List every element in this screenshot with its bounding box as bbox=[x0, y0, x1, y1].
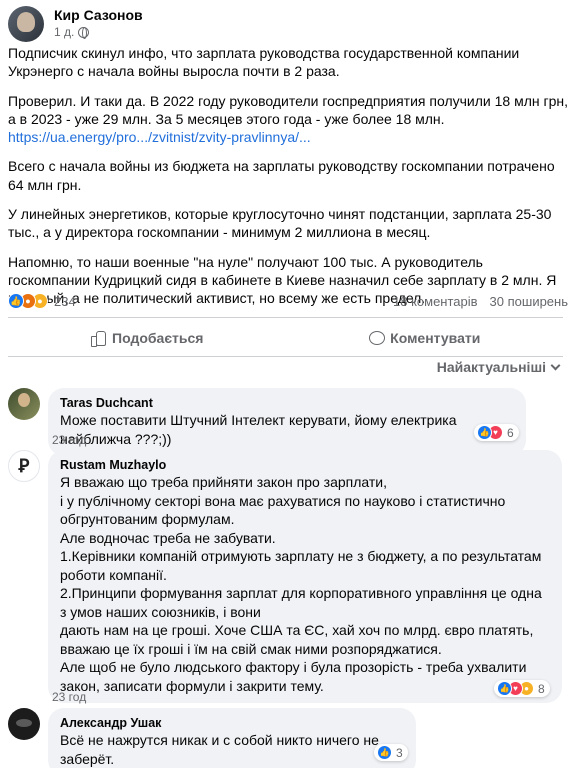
comment-time[interactable]: 23 год bbox=[52, 690, 86, 704]
post-time[interactable]: 1 д. bbox=[54, 25, 74, 39]
sort-label: Найактуальніші bbox=[436, 359, 546, 375]
comment: Александр Ушак Всё не нажрутся никак и с… bbox=[8, 708, 416, 768]
like-reaction-icon: 👍 bbox=[477, 425, 492, 440]
shares-count[interactable]: 30 поширень bbox=[490, 294, 568, 309]
post-paragraph: У линейных энергетиков, которые круглосу… bbox=[8, 206, 552, 241]
comment-author[interactable]: Александр Ушак bbox=[60, 715, 404, 731]
thumbs-up-icon bbox=[90, 330, 107, 347]
comment-text: Всё не нажрутся никак и с собой никто ни… bbox=[60, 732, 379, 767]
comment-button-label: Коментувати bbox=[390, 330, 481, 346]
commenter-avatar[interactable]: Ꝑ bbox=[8, 450, 40, 482]
comment-reaction-count: 8 bbox=[538, 681, 545, 696]
like-reaction-icon: 👍 bbox=[8, 293, 24, 309]
post-paragraph-text: Проверил. И таки да. В 2022 году руковод… bbox=[8, 92, 568, 127]
globe-icon bbox=[78, 26, 90, 39]
like-reaction-icon: 👍 bbox=[377, 745, 392, 760]
comment-bubble: Rustam Muzhaylo Я вважаю що треба прийня… bbox=[48, 450, 562, 703]
comment-bubble: Александр Ушак Всё не нажрутся никак и с… bbox=[48, 708, 416, 768]
like-button[interactable]: Подобається bbox=[8, 322, 286, 354]
like-reaction-icon: 👍 bbox=[497, 681, 512, 696]
comment-time[interactable]: 23 год bbox=[52, 433, 86, 447]
reactions-row: 👍 ● ● 234 18 коментарів 30 поширень bbox=[8, 292, 568, 310]
comment-text: Я вважаю що треба прийняти закон про зар… bbox=[60, 474, 542, 694]
comment-sort-dropdown[interactable]: Найактуальніші bbox=[436, 359, 561, 375]
header-text: Кир Сазонов 1 д. bbox=[54, 6, 143, 39]
post-stats: 18 коментарів 30 поширень bbox=[393, 294, 568, 309]
comment-reactions[interactable]: 👍 ♥ 6 bbox=[474, 424, 519, 441]
like-button-label: Подобається bbox=[112, 330, 204, 346]
author-avatar[interactable] bbox=[8, 6, 44, 42]
divider bbox=[8, 356, 563, 357]
comment-author[interactable]: Rustam Muzhaylo bbox=[60, 457, 550, 473]
comment-reactions[interactable]: 👍 3 bbox=[374, 744, 408, 761]
commenter-avatar[interactable] bbox=[8, 708, 40, 740]
comment: Ꝑ Rustam Muzhaylo Я вважаю що треба прий… bbox=[8, 450, 562, 703]
comment-reaction-count: 6 bbox=[507, 425, 514, 440]
chevron-down-icon bbox=[550, 360, 561, 371]
reactions-count[interactable]: 234 bbox=[54, 294, 76, 309]
action-bar: Подобається Коментувати bbox=[8, 322, 563, 354]
author-name[interactable]: Кир Сазонов bbox=[54, 6, 143, 24]
post-header: Кир Сазонов 1 д. bbox=[8, 6, 143, 42]
reaction-icons[interactable]: 👍 ● ● bbox=[8, 293, 48, 309]
comment-reactions[interactable]: 👍 ♥ ● 8 bbox=[494, 680, 550, 697]
comment-icon bbox=[368, 330, 386, 346]
comment-author[interactable]: Taras Duchcant bbox=[60, 395, 514, 411]
post-paragraph: Всего с начала войны из бюджета на зарпл… bbox=[8, 158, 555, 193]
post-paragraph: Проверил. И таки да. В 2022 году руковод… bbox=[8, 92, 568, 147]
post-body: Подписчик скинул инфо, что зарплата руко… bbox=[8, 44, 568, 319]
post-paragraph: Подписчик скинул инфо, что зарплата руко… bbox=[8, 45, 520, 80]
post-meta: 1 д. bbox=[54, 25, 143, 39]
comment-bubble: Taras Duchcant Може поставити Штучний Ін… bbox=[48, 388, 526, 456]
source-link[interactable]: https://ua.energy/pro.../zvitnist/zvity-… bbox=[8, 129, 311, 145]
comment-text: Може поставити Штучний Інтелект керувати… bbox=[60, 412, 457, 447]
comments-count[interactable]: 18 коментарів bbox=[393, 294, 478, 309]
commenter-avatar[interactable] bbox=[8, 388, 40, 420]
divider bbox=[8, 317, 563, 318]
comment-button[interactable]: Коментувати bbox=[286, 322, 564, 354]
comment-reaction-count: 3 bbox=[396, 745, 403, 760]
